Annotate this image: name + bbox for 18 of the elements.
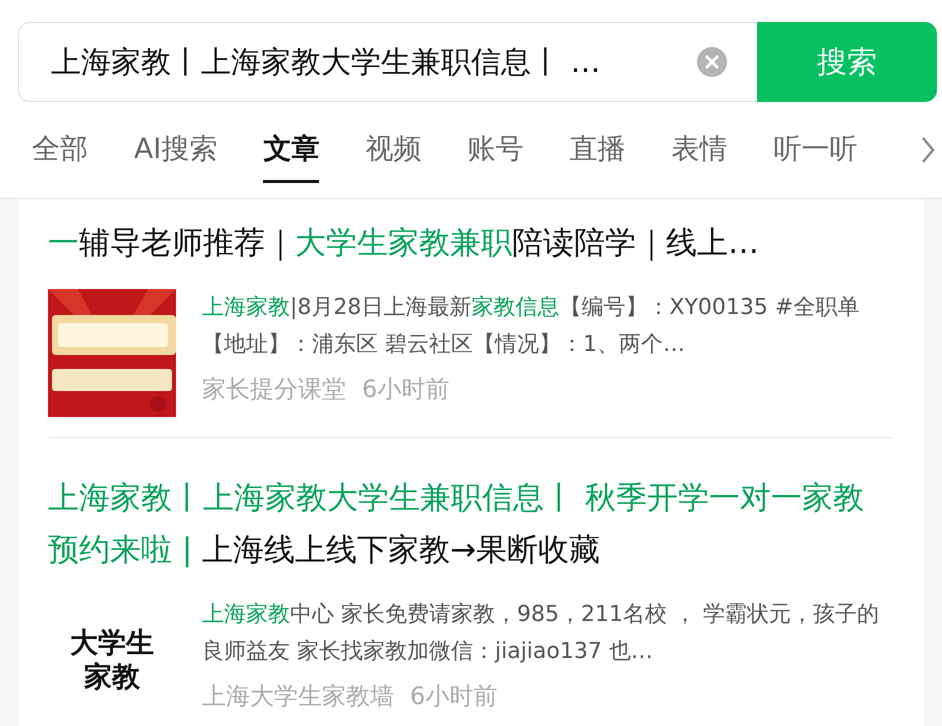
chevron-right-icon[interactable]: [920, 135, 936, 165]
search-field[interactable]: 上海家教丨上海家教大学生兼职信息丨 …: [18, 22, 757, 102]
article-summary: 上海家教中心 家长免费请家教，985，211名校 ， 学霸状元，孩子的良师益友 家长找家教加微信：jiajiao137 也…: [202, 601, 880, 666]
tab[interactable]: 表情: [671, 118, 728, 182]
tab[interactable]: 文章: [263, 118, 320, 182]
article-title[interactable]: 一辅导老师推荐｜大学生家教兼职陪读陪学｜线上…: [48, 217, 894, 269]
tab[interactable]: 全部: [32, 118, 88, 182]
tab[interactable]: 视频: [365, 118, 422, 182]
post-time: 6小时前: [362, 374, 450, 405]
article-title[interactable]: 上海家教丨上海家教大学生兼职信息丨 秋季开学一对一家教预约来啦 | 上海线上线下家教→果断收藏: [48, 472, 894, 576]
thumbnail-text: 大学生家教: [69, 626, 155, 694]
tab[interactable]: AI搜索: [134, 118, 218, 182]
article-summary: 上海家教|8月28日上海最新家教信息【编号】：XY00135 #全职单【地址】：浦东区 碧云社区【情况】：1、两个…: [202, 294, 860, 359]
post-time: 6小时前: [410, 681, 498, 712]
tab[interactable]: 直播: [569, 118, 626, 182]
tab[interactable]: 账号: [467, 118, 524, 182]
clear-icon[interactable]: [697, 47, 727, 77]
tab[interactable]: 听一听: [773, 118, 858, 182]
